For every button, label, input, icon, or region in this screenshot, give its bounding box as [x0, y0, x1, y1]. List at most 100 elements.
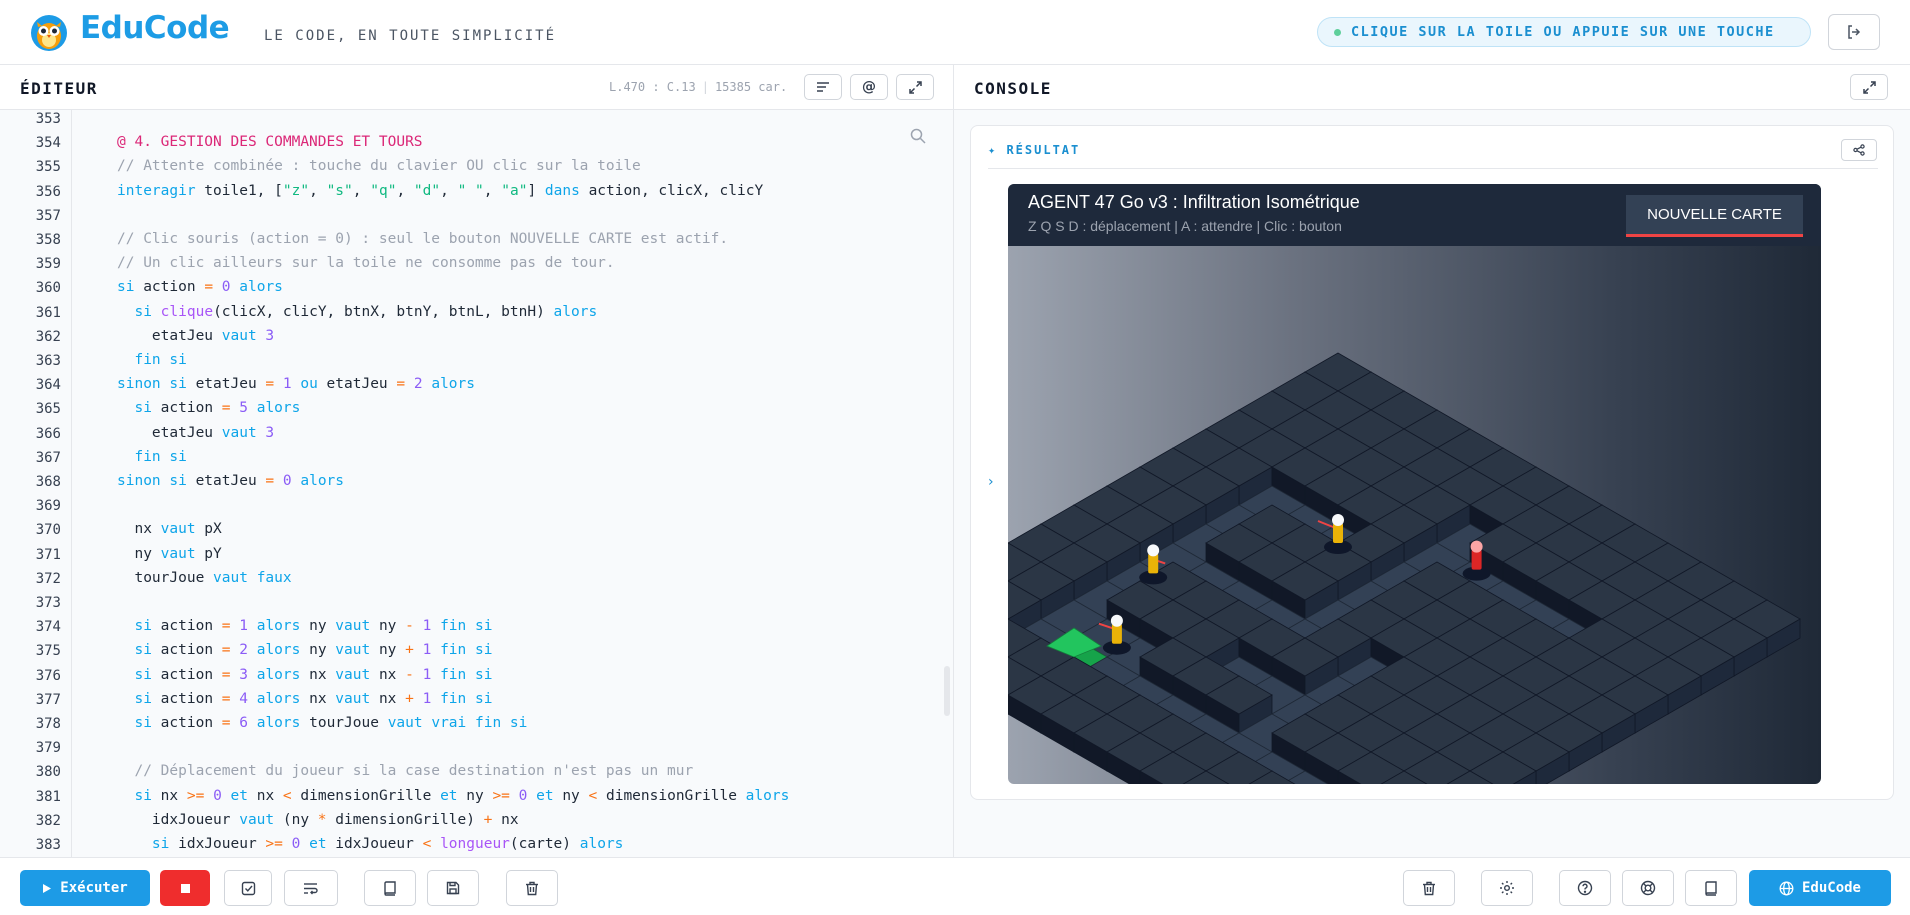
code-line: si idxJoueur >= 0 et idxJoueur < longueu… — [117, 836, 623, 852]
code-token: 3 — [265, 424, 275, 441]
help-button[interactable] — [1559, 870, 1611, 906]
editor-scrollbar[interactable] — [944, 666, 950, 716]
share-button[interactable] — [1841, 139, 1877, 161]
console-expand-button[interactable] — [1850, 74, 1888, 100]
wrap-text-icon — [304, 882, 318, 894]
guide-button[interactable] — [1685, 870, 1737, 906]
trash-icon — [1423, 881, 1435, 895]
code-token: etatJeu — [186, 473, 266, 489]
code-line: etatJeu vaut 3 — [117, 328, 274, 344]
code-token: action, clicX, clicY — [579, 182, 764, 199]
code-token: >= — [492, 787, 510, 804]
code-token: = — [204, 279, 214, 296]
code-token: vaut — [335, 666, 371, 683]
code-token: >= — [186, 787, 205, 804]
line-number: 375 — [35, 643, 61, 660]
search-icon[interactable] — [910, 128, 926, 144]
checkbox-icon — [241, 881, 255, 895]
code-token: tourJoue — [300, 715, 388, 731]
check-button[interactable] — [224, 870, 272, 906]
isometric-map[interactable] — [1008, 246, 1821, 784]
code-token: // Déplacement du joueur si la case dest… — [134, 763, 694, 780]
code-token: etatJeu — [186, 376, 266, 393]
line-number: 358 — [35, 232, 61, 248]
code-token: 0 — [213, 787, 222, 804]
code-token: vaut — [221, 424, 257, 441]
code-editor[interactable]: 353 354 355 356 357 358 359 360 361 362 363 364 365 3… — [0, 110, 953, 857]
educode-site-button[interactable]: EduCode — [1749, 870, 1891, 906]
run-button-label: Exécuter — [60, 880, 128, 896]
line-number: 355 — [35, 159, 61, 176]
play-icon — [43, 883, 52, 893]
mention-button[interactable]: @ — [850, 74, 888, 100]
line-number: 378 — [35, 716, 61, 732]
code-token: = — [221, 666, 231, 683]
line-number: 363 — [35, 353, 61, 369]
editor-header: ÉDITEUR L.470 : C.13 | 15385 car. @ — [0, 65, 953, 110]
line-number-gutter: 353 354 355 356 357 358 359 360 361 362 363 364 365 3… — [0, 110, 72, 857]
code-token: vaut — [213, 569, 248, 586]
save-button[interactable] — [427, 870, 479, 906]
code-token: dimensionGrille — [597, 787, 746, 804]
code-token: 2 — [413, 376, 423, 393]
code-token: si — [134, 303, 152, 320]
format-button[interactable] — [804, 74, 842, 100]
code-line: si action = 0 alors — [117, 279, 283, 295]
code-token: (carte) — [509, 836, 580, 852]
code-token: vaut — [239, 811, 275, 828]
code-line: tourJoue vaut faux — [117, 569, 291, 586]
line-number: 359 — [35, 256, 61, 273]
logout-button[interactable] — [1828, 14, 1880, 50]
line-number: 357 — [35, 207, 61, 224]
code-token: idxJoueur — [326, 836, 423, 852]
stop-button[interactable] — [160, 870, 210, 906]
code-token: si — [117, 279, 135, 296]
line-number: 372 — [35, 570, 61, 587]
game-title-bar: AGENT 47 Go v3 : Infiltration Isométriqu… — [1008, 184, 1821, 246]
clear-editor-button[interactable] — [506, 870, 558, 906]
settings-button[interactable] — [1481, 870, 1533, 906]
code-token: = — [396, 376, 406, 393]
code-token: "d" — [413, 182, 441, 199]
game-canvas[interactable]: AGENT 47 Go v3 : Infiltration Isométriqu… — [1008, 184, 1821, 784]
code-line: interagir toile1, ["z", "s", "q", "d", "… — [117, 183, 763, 199]
wrap-button[interactable] — [284, 870, 338, 906]
code-token: nx — [370, 690, 406, 707]
console-side-chevron-icon[interactable]: › — [988, 474, 994, 490]
code-line: @ 4. GESTION DES COMMANDES ET TOURS — [117, 134, 423, 150]
line-number: 381 — [35, 788, 61, 805]
educode-button-label: EduCode — [1801, 880, 1861, 896]
line-number: 377 — [35, 691, 61, 708]
clear-console-button[interactable] — [1403, 870, 1455, 906]
support-button[interactable] — [1622, 870, 1674, 906]
line-number: 370 — [35, 522, 61, 539]
docs-button[interactable] — [364, 870, 416, 906]
code-token: nx — [300, 666, 336, 683]
new-map-button[interactable]: NOUVELLE CARTE — [1626, 195, 1803, 237]
code-token: sinon si — [117, 376, 187, 393]
code-token: fin si — [440, 690, 493, 707]
code-token: et — [309, 836, 327, 852]
run-button[interactable]: Exécuter — [20, 870, 150, 906]
code-token: fin si — [440, 618, 493, 635]
editor-expand-button[interactable] — [896, 74, 934, 100]
code-token: alors — [256, 618, 301, 635]
code-token: vaut — [221, 327, 257, 344]
code-line: // Attente combinée : touche du clavier … — [117, 158, 641, 174]
line-number: 362 — [35, 328, 61, 345]
code-line: si action = 1 alors ny vaut ny - 1 fin s… — [117, 618, 492, 634]
code-token: alors — [431, 376, 475, 393]
game-title: AGENT 47 Go v3 : Infiltration Isométriqu… — [1028, 192, 1360, 212]
